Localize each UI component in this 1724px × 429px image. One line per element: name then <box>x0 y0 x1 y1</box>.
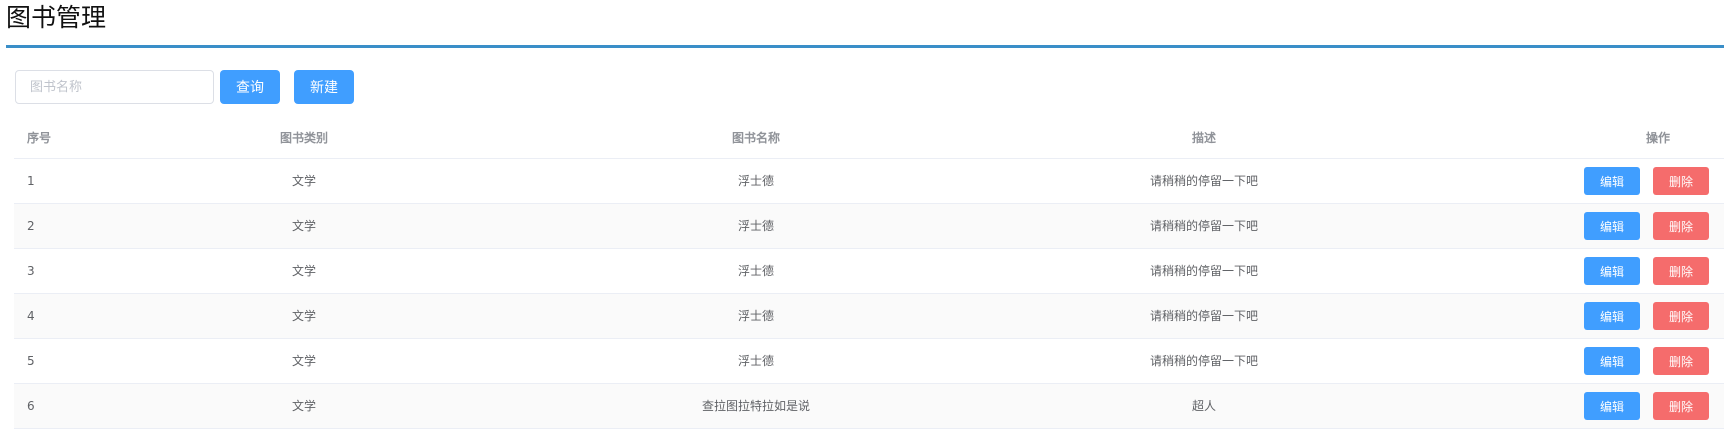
table-header: 序号 图书类别 图书名称 描述 操作 <box>14 118 1724 159</box>
row-description: 超人 <box>1191 399 1216 413</box>
search-button[interactable]: 查询 <box>220 70 280 104</box>
delete-button[interactable]: 删除 <box>1653 257 1709 285</box>
row-category: 文学 <box>291 219 316 233</box>
row-category: 文学 <box>291 399 316 413</box>
row-description: 请稍稍的停留一下吧 <box>1149 219 1258 233</box>
row-category: 文学 <box>291 354 316 368</box>
table-row: 3 文学 浮士德 请稍稍的停留一下吧 编辑 删除 <box>14 249 1724 294</box>
column-header-name: 图书名称 <box>731 131 780 145</box>
row-category: 文学 <box>291 174 316 188</box>
table-body: 1 文学 浮士德 请稍稍的停留一下吧 编辑 删除 2 文学 浮士德 请稍稍的停留一下吧 编辑 删除 3 文… <box>14 159 1724 429</box>
column-header-category: 图书类别 <box>279 131 328 145</box>
toolbar: 查询 新建 <box>15 70 354 104</box>
row-description: 请稍稍的停留一下吧 <box>1149 174 1258 188</box>
row-category: 文学 <box>291 309 316 323</box>
row-book-name: 浮士德 <box>737 264 774 278</box>
edit-button[interactable]: 编辑 <box>1584 167 1640 195</box>
table-row: 6 文学 查拉图拉特拉如是说 超人 编辑 删除 <box>14 384 1724 429</box>
books-table: 序号 图书类别 图书名称 描述 操作 1 文学 浮士德 请稍稍的停留一下吧 编辑 删除 2 文… <box>14 118 1724 429</box>
row-description: 请稍稍的停留一下吧 <box>1149 354 1258 368</box>
table-row: 5 文学 浮士德 请稍稍的停留一下吧 编辑 删除 <box>14 339 1724 384</box>
row-index: 2 <box>27 219 35 233</box>
column-header-description: 描述 <box>1191 131 1216 145</box>
table-row: 4 文学 浮士德 请稍稍的停留一下吧 编辑 删除 <box>14 294 1724 339</box>
title-divider <box>6 45 1724 48</box>
row-description: 请稍稍的停留一下吧 <box>1149 264 1258 278</box>
row-index: 6 <box>27 399 35 413</box>
table-row: 2 文学 浮士德 请稍稍的停留一下吧 编辑 删除 <box>14 204 1724 249</box>
edit-button[interactable]: 编辑 <box>1584 212 1640 240</box>
page-title: 图书管理 <box>6 3 107 32</box>
new-book-button[interactable]: 新建 <box>294 70 354 104</box>
row-book-name: 浮士德 <box>737 354 774 368</box>
row-book-name: 浮士德 <box>737 174 774 188</box>
edit-button[interactable]: 编辑 <box>1584 347 1640 375</box>
row-operations: 编辑 删除 <box>1584 257 1709 285</box>
book-name-search-input[interactable] <box>15 70 214 104</box>
row-description: 请稍稍的停留一下吧 <box>1149 309 1258 323</box>
row-operations: 编辑 删除 <box>1584 167 1709 195</box>
delete-button[interactable]: 删除 <box>1653 302 1709 330</box>
row-book-name: 查拉图拉特拉如是说 <box>701 399 810 413</box>
column-header-index: 序号 <box>27 131 52 145</box>
edit-button[interactable]: 编辑 <box>1584 257 1640 285</box>
row-operations: 编辑 删除 <box>1584 302 1709 330</box>
row-operations: 编辑 删除 <box>1584 347 1709 375</box>
row-book-name: 浮士德 <box>737 309 774 323</box>
row-index: 1 <box>27 174 35 188</box>
delete-button[interactable]: 删除 <box>1653 347 1709 375</box>
column-header-operations: 操作 <box>1645 131 1670 145</box>
row-index: 3 <box>27 264 35 278</box>
delete-button[interactable]: 删除 <box>1653 212 1709 240</box>
row-operations: 编辑 删除 <box>1584 212 1709 240</box>
row-book-name: 浮士德 <box>737 219 774 233</box>
table-row: 1 文学 浮士德 请稍稍的停留一下吧 编辑 删除 <box>14 159 1724 204</box>
row-index: 4 <box>27 309 35 323</box>
edit-button[interactable]: 编辑 <box>1584 302 1640 330</box>
delete-button[interactable]: 删除 <box>1653 167 1709 195</box>
row-index: 5 <box>27 354 35 368</box>
row-category: 文学 <box>291 264 316 278</box>
